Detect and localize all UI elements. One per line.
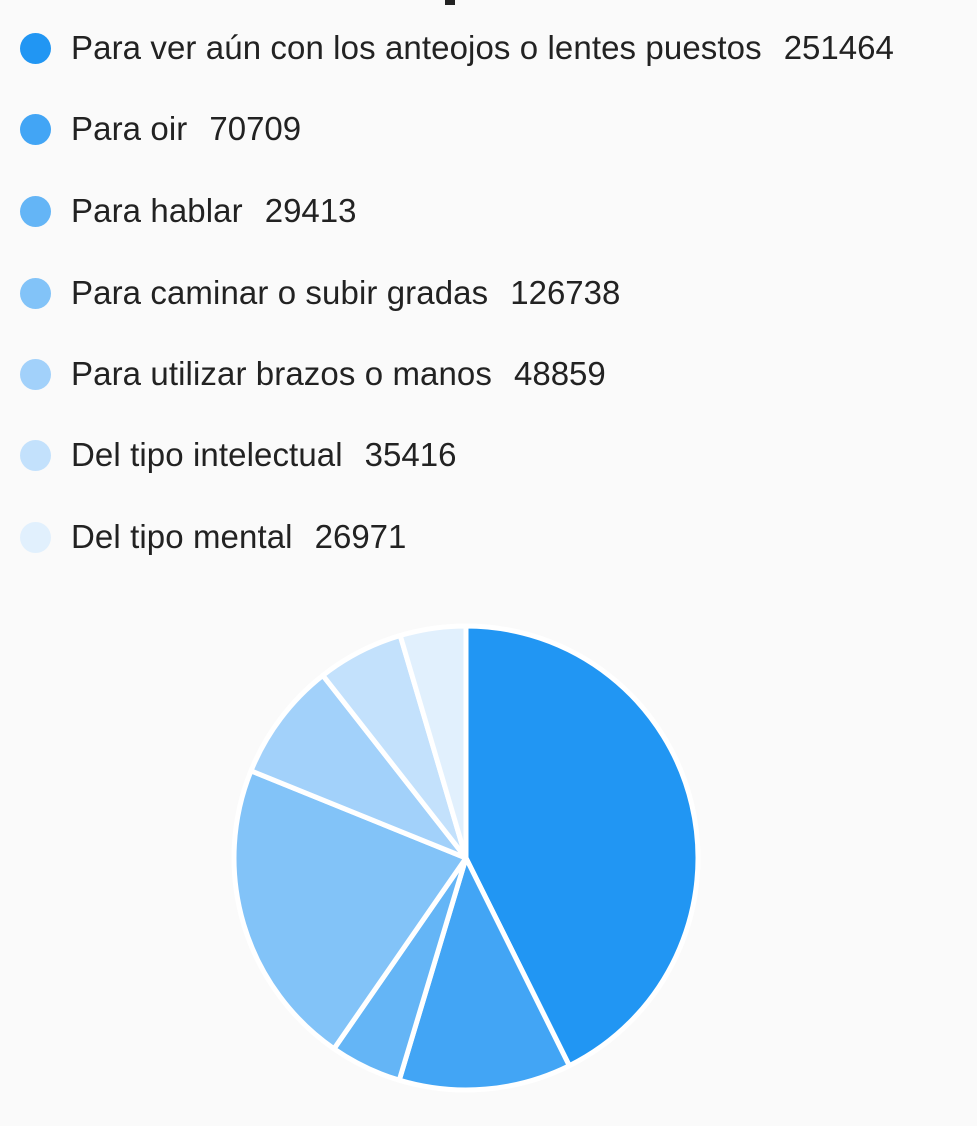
legend-item-walking: Para caminar o subir gradas 126738 bbox=[20, 268, 620, 318]
clipped-title-fragment bbox=[445, 0, 455, 5]
legend-item-arms-hands: Para utilizar brazos o manos 48859 bbox=[20, 349, 606, 399]
legend-value: 35416 bbox=[364, 436, 457, 473]
legend-value: 126738 bbox=[510, 274, 621, 311]
legend-label: Del tipo mental bbox=[71, 518, 293, 555]
legend-item-speech: Para hablar 29413 bbox=[20, 186, 356, 236]
legend-item-mental: Del tipo mental 26971 bbox=[20, 512, 406, 562]
legend-label: Para caminar o subir gradas bbox=[71, 274, 489, 311]
legend-marker bbox=[20, 32, 51, 64]
legend-marker bbox=[20, 113, 51, 145]
legend-marker bbox=[20, 521, 51, 553]
pie-chart bbox=[231, 623, 701, 1093]
legend-label: Para hablar bbox=[71, 192, 243, 229]
legend-marker bbox=[20, 358, 51, 390]
pie-chart-area bbox=[0, 600, 977, 1121]
legend-value: 29413 bbox=[264, 192, 357, 229]
legend-marker bbox=[20, 439, 51, 471]
legend-label: Del tipo intelectual bbox=[71, 436, 343, 473]
legend-marker bbox=[20, 277, 51, 309]
legend-value: 251464 bbox=[783, 29, 894, 66]
legend-label: Para ver aún con los anteojos o lentes p… bbox=[71, 29, 762, 66]
legend-value: 26971 bbox=[314, 518, 407, 555]
legend-item-hearing: Para oir 70709 bbox=[20, 104, 301, 154]
legend-marker bbox=[20, 195, 51, 227]
legend-value: 70709 bbox=[209, 110, 302, 147]
legend-label: Para utilizar brazos o manos bbox=[71, 355, 492, 392]
legend-item-vision: Para ver aún con los anteojos o lentes p… bbox=[20, 23, 894, 73]
legend-value: 48859 bbox=[514, 355, 606, 392]
legend-item-intellectual: Del tipo intelectual 35416 bbox=[20, 430, 456, 480]
legend-label: Para oir bbox=[71, 110, 188, 147]
